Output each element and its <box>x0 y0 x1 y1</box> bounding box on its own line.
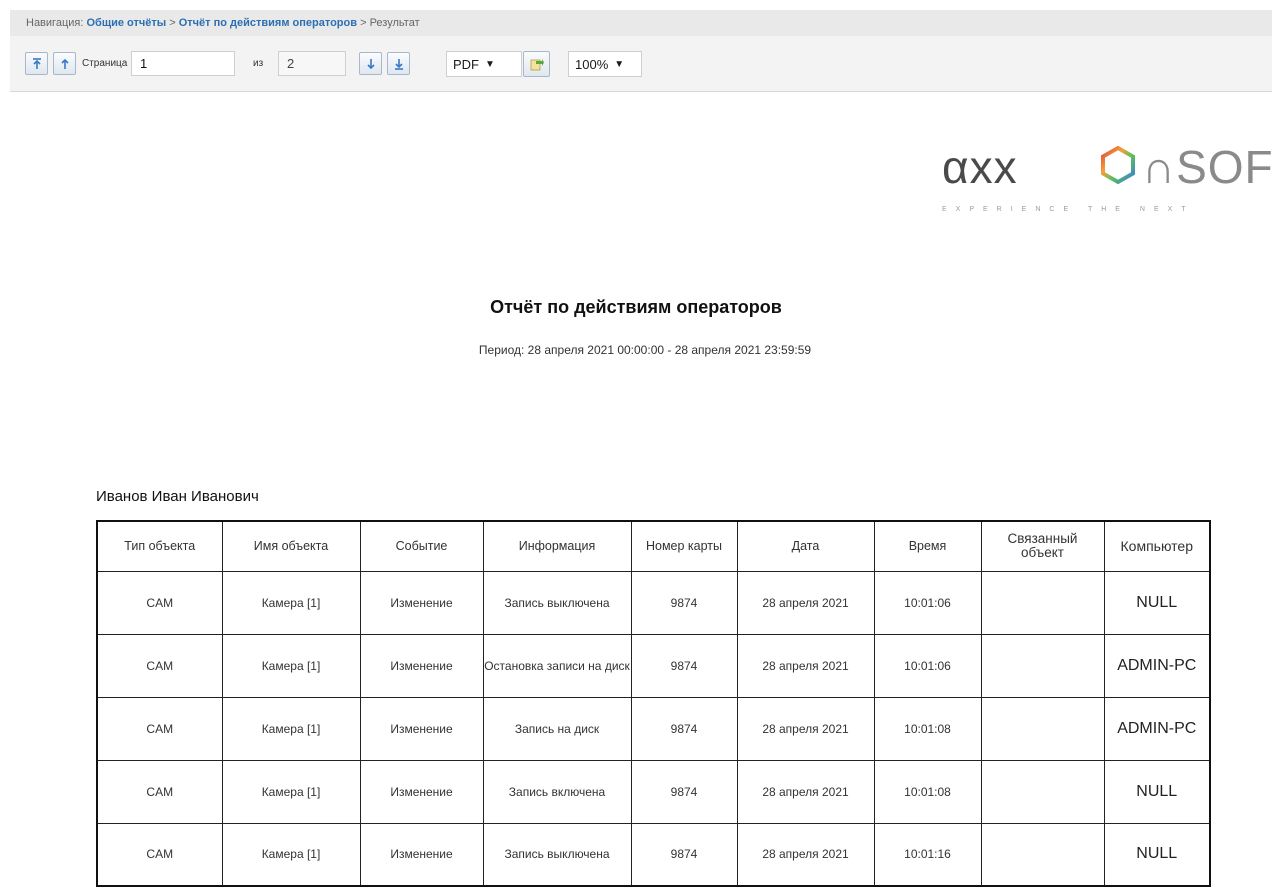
cell-date: 28 апреля 2021 <box>736 822 875 887</box>
cell-linked-object <box>980 633 1105 698</box>
page-number-input[interactable] <box>131 51 235 76</box>
table-row: CAM Камера [1] Изменение Запись на диск … <box>96 696 1211 761</box>
cell-card-number: 9874 <box>630 759 738 824</box>
cell-time: 10:01:08 <box>873 759 982 824</box>
breadcrumb-separator: > <box>169 17 176 29</box>
cell-computer: NULL <box>1103 822 1211 887</box>
page-label: Страница <box>82 58 128 69</box>
cell-object-type: CAM <box>96 696 223 761</box>
cell-object-type: CAM <box>96 570 223 635</box>
cell-time: 10:01:08 <box>873 696 982 761</box>
first-page-button[interactable] <box>25 52 48 75</box>
breadcrumb-current: Результат <box>369 17 420 29</box>
table-row: CAM Камера [1] Изменение Остановка запис… <box>96 633 1211 698</box>
logo-wordmark-right: ∩SOFT <box>1142 141 1272 193</box>
cell-object-name: Камера [1] <box>221 822 361 887</box>
cell-information: Остановка записи на диск <box>482 633 632 698</box>
cell-card-number: 9874 <box>630 633 738 698</box>
table-row: CAM Камера [1] Изменение Запись выключен… <box>96 822 1211 887</box>
breadcrumb-prefix: Навигация: <box>26 17 84 29</box>
operator-name: Иванов Иван Иванович <box>96 488 259 505</box>
logo-tagline: EXPERIENCE THE NEXT <box>942 206 1195 213</box>
last-page-button[interactable] <box>387 52 410 75</box>
column-header: Событие <box>359 520 484 572</box>
cell-computer: ADMIN-PC <box>1103 696 1211 761</box>
cell-event: Изменение <box>359 570 484 635</box>
cell-linked-object <box>980 822 1105 887</box>
cell-date: 28 апреля 2021 <box>736 570 875 635</box>
chevron-down-icon: ▼ <box>614 58 625 70</box>
breadcrumb: Навигация: Общие отчёты > Отчёт по дейст… <box>10 10 1272 36</box>
of-label: из <box>253 58 264 69</box>
breadcrumb-link-general-reports[interactable]: Общие отчёты <box>86 17 166 29</box>
cell-object-name: Камера [1] <box>221 759 361 824</box>
cell-linked-object <box>980 759 1105 824</box>
table-row: CAM Камера [1] Изменение Запись включена… <box>96 759 1211 824</box>
export-icon <box>530 59 544 71</box>
breadcrumb-separator: > <box>360 17 367 29</box>
cell-computer: ADMIN-PC <box>1103 633 1211 698</box>
column-header: Имя объекта <box>221 520 361 572</box>
chevron-down-icon: ▼ <box>485 58 495 70</box>
report-period: Период: 28 апреля 2021 00:00:00 - 28 апр… <box>478 343 812 357</box>
cell-event: Изменение <box>359 696 484 761</box>
report-title: Отчёт по действиям операторов <box>490 297 782 317</box>
table-header-row: Тип объекта Имя объекта Событие Информац… <box>96 520 1211 572</box>
last-page-icon <box>394 58 403 70</box>
cell-event: Изменение <box>359 633 484 698</box>
logo-hexagon-icon <box>1101 145 1135 185</box>
first-page-icon <box>32 57 41 69</box>
breadcrumb-link-operator-report[interactable]: Отчёт по действиям операторов <box>179 17 357 29</box>
next-page-button[interactable] <box>359 52 382 75</box>
cell-computer: NULL <box>1103 759 1211 824</box>
cell-object-type: CAM <box>96 759 223 824</box>
column-header: Компьютер <box>1103 520 1211 572</box>
export-format-value: PDF <box>453 56 479 72</box>
next-page-icon <box>366 58 375 69</box>
company-logo: αxx ∩SOFT EXPERIENCE THE NEXT <box>942 140 1272 220</box>
cell-object-type: CAM <box>96 633 223 698</box>
cell-time: 10:01:06 <box>873 633 982 698</box>
zoom-value: 100% <box>575 56 609 72</box>
column-header: Номер карты <box>630 520 738 572</box>
previous-page-button[interactable] <box>53 52 76 75</box>
cell-date: 28 апреля 2021 <box>736 696 875 761</box>
cell-information: Запись включена <box>482 759 632 824</box>
cell-time: 10:01:06 <box>873 570 982 635</box>
cell-date: 28 апреля 2021 <box>736 633 875 698</box>
table-row: CAM Камера [1] Изменение Запись выключен… <box>96 570 1211 635</box>
report-table: Тип объекта Имя объекта Событие Информац… <box>96 520 1211 887</box>
cell-information: Запись выключена <box>482 570 632 635</box>
cell-time: 10:01:16 <box>873 822 982 887</box>
column-header: Дата <box>736 520 875 572</box>
cell-card-number: 9874 <box>630 696 738 761</box>
cell-object-type: CAM <box>96 822 223 887</box>
column-header: Тип объекта <box>96 520 223 572</box>
cell-card-number: 9874 <box>630 570 738 635</box>
cell-event: Изменение <box>359 822 484 887</box>
zoom-select[interactable]: 100% ▼ <box>568 51 642 77</box>
cell-date: 28 апреля 2021 <box>736 759 875 824</box>
export-format-select[interactable]: PDF ▼ <box>446 51 522 77</box>
report-toolbar: Страница из PDF ▼ 100% ▼ <box>10 36 1272 92</box>
column-header: Информация <box>482 520 632 572</box>
cell-object-name: Камера [1] <box>221 696 361 761</box>
logo-wordmark-left: αxx <box>942 141 1018 193</box>
cell-computer: NULL <box>1103 570 1211 635</box>
column-header-label: Связанный объект <box>1007 531 1078 561</box>
cell-information: Запись на диск <box>482 696 632 761</box>
cell-information: Запись выключена <box>482 822 632 887</box>
cell-linked-object <box>980 696 1105 761</box>
cell-object-name: Камера [1] <box>221 570 361 635</box>
export-button[interactable] <box>523 51 550 77</box>
cell-linked-object <box>980 570 1105 635</box>
cell-event: Изменение <box>359 759 484 824</box>
previous-page-icon <box>60 58 69 69</box>
cell-object-name: Камера [1] <box>221 633 361 698</box>
column-header: Связанный объект <box>980 520 1105 572</box>
cell-card-number: 9874 <box>630 822 738 887</box>
total-pages-field <box>278 51 346 76</box>
column-header: Время <box>873 520 982 572</box>
